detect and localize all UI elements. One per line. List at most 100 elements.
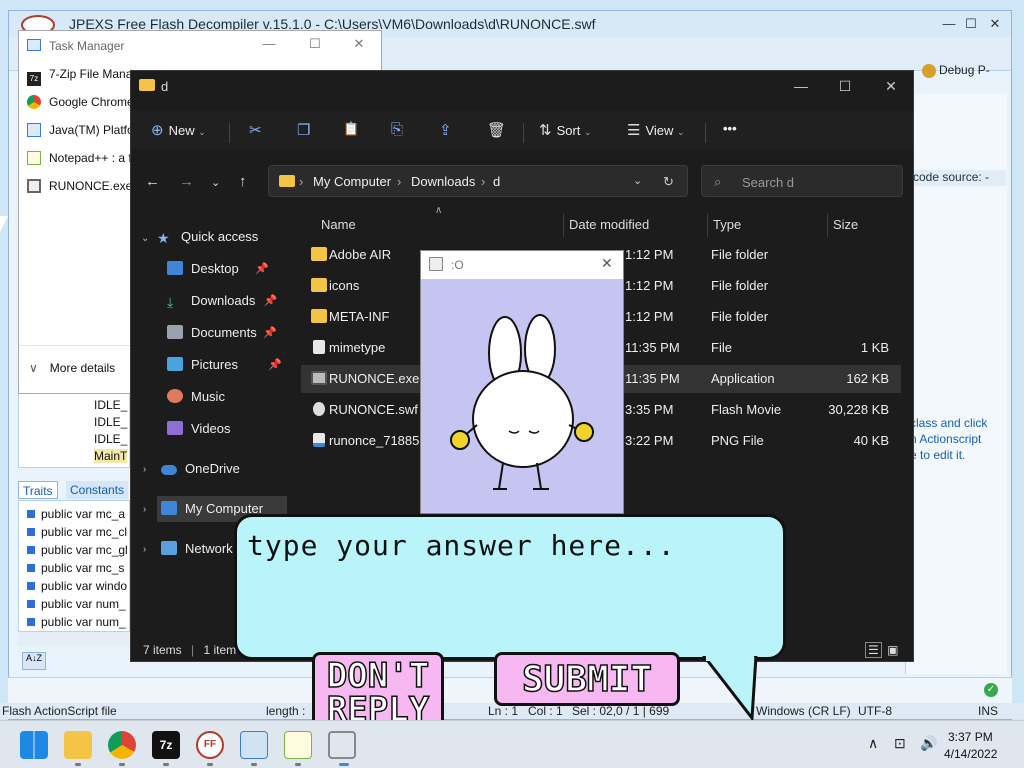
chevron-right-icon[interactable]: › — [143, 464, 146, 475]
explorer-maximize-button[interactable]: ☐ — [831, 75, 859, 97]
chevron-down-icon[interactable]: ⌄ — [141, 233, 149, 244]
recent-locations-button[interactable]: ⌄ — [211, 176, 220, 189]
chevron-down-icon: ⌄ — [211, 177, 221, 189]
column-separator[interactable] — [827, 213, 828, 237]
forward-button[interactable]: → — [179, 173, 194, 190]
nav-music[interactable]: Music — [167, 384, 225, 410]
address-bar[interactable]: › My Computer › Downloads › d ⌄ ↻ — [268, 165, 688, 197]
rename-button[interactable]: ⎘ — [391, 121, 408, 138]
up-button[interactable]: ↑ — [239, 173, 247, 190]
dont-reply-button[interactable]: DON'T REPLY — [312, 652, 444, 730]
trait-item[interactable]: public var mc_cl — [27, 525, 127, 539]
debug-button[interactable]: Debug P- — [922, 58, 1002, 82]
column-header-type[interactable]: Type — [713, 217, 741, 232]
clock-date[interactable]: 4/14/2022 — [944, 747, 997, 761]
nav-pictures[interactable]: Pictures 📌 — [167, 352, 282, 378]
file-date: 3:22 PM — [625, 433, 674, 448]
tab-constants[interactable]: Constants — [66, 481, 129, 499]
breadcrumb-my-computer[interactable]: My Computer — [313, 174, 391, 189]
tm-app-row[interactable]: Notepad++ : a free — [27, 151, 137, 171]
clock-time[interactable]: 3:37 PM — [948, 730, 993, 744]
sort-az-button[interactable]: A↓Z — [22, 652, 46, 670]
network-icon — [161, 541, 177, 555]
tm-maximize-button[interactable]: ☐ — [305, 35, 325, 53]
chevron-right-icon[interactable]: › — [143, 504, 146, 515]
paste-button[interactable]: 📋 — [343, 121, 359, 137]
trait-item[interactable]: public var mc_a — [27, 507, 125, 521]
chrome-taskbar-icon[interactable] — [108, 731, 136, 759]
tm-app-row[interactable]: 7z 7-Zip File Manager — [27, 67, 137, 87]
tree-item[interactable]: IDLE_ — [94, 415, 127, 429]
nav-videos[interactable]: Videos — [167, 416, 231, 442]
nav-quick-access[interactable]: ★ Quick access — [157, 224, 258, 250]
trait-item[interactable]: public var num_ — [27, 597, 126, 611]
trait-item[interactable]: public var mc_gl — [27, 543, 128, 557]
delete-button[interactable]: 🗑 — [487, 121, 511, 139]
task-manager-taskbar-icon[interactable] — [240, 731, 268, 759]
explorer-close-button[interactable]: ✕ — [877, 75, 905, 97]
chevron-down-icon: ⌄ — [584, 127, 592, 137]
tm-app-row[interactable]: Java(TM) Platform — [27, 123, 137, 143]
7zip-taskbar-icon[interactable]: 7z — [152, 731, 180, 759]
copy-button[interactable]: ❐ — [297, 121, 315, 139]
column-header-name[interactable]: Name — [321, 217, 356, 232]
notepad-taskbar-icon[interactable] — [284, 731, 312, 759]
back-button[interactable]: ← — [145, 173, 160, 190]
breadcrumb-downloads[interactable]: Downloads — [411, 174, 475, 189]
more-details-label: More details — [49, 361, 116, 375]
explorer-minimize-button[interactable]: — — [787, 75, 815, 97]
jpexs-close-button[interactable]: ✕ — [985, 15, 1005, 33]
traits-scrollbar[interactable] — [18, 632, 130, 646]
answer-input[interactable] — [245, 527, 777, 649]
more-details-button[interactable]: ∨ More details — [29, 361, 115, 375]
tree-item[interactable]: IDLE_ — [94, 432, 127, 446]
tm-minimize-button[interactable]: — — [259, 35, 279, 53]
tm-close-button[interactable]: ✕ — [349, 35, 369, 53]
nav-network[interactable]: Network — [161, 536, 233, 562]
cut-button[interactable]: ✂ — [249, 121, 267, 139]
chevron-up-icon[interactable]: ∧ — [868, 735, 878, 752]
chevron-right-icon[interactable]: › — [143, 544, 146, 555]
image-file-icon — [313, 433, 325, 447]
jpexs-taskbar-icon[interactable]: FF — [196, 731, 224, 759]
more-options-button[interactable]: ••• — [723, 121, 737, 136]
nav-documents[interactable]: Documents 📌 — [167, 320, 277, 346]
breadcrumb-d[interactable]: d — [493, 174, 500, 189]
view-button[interactable]: ☰ View ⌄ — [627, 121, 685, 139]
address-dropdown-icon[interactable]: ⌄ — [633, 174, 642, 187]
tree-item[interactable]: IDLE_ — [94, 398, 127, 412]
volume-icon[interactable]: 🔊 — [920, 735, 937, 752]
runonce-taskbar-icon[interactable] — [328, 731, 356, 759]
network-icon[interactable]: ⊡ — [894, 735, 906, 752]
tree-item-selected[interactable]: MainT — [94, 449, 128, 463]
search-input[interactable] — [740, 172, 890, 192]
details-view-icon[interactable]: ☰ — [865, 642, 882, 658]
windows-start-icon[interactable] — [20, 731, 48, 759]
column-separator[interactable] — [563, 213, 564, 237]
trait-item[interactable]: public var mc_s — [27, 561, 124, 575]
nav-desktop[interactable]: Desktop 📌 — [167, 256, 269, 282]
application-icon — [311, 371, 327, 385]
cloud-icon — [161, 465, 177, 475]
column-header-date[interactable]: Date modified — [569, 217, 649, 232]
trait-item[interactable]: public var windo — [27, 579, 127, 593]
refresh-icon[interactable]: ↻ — [663, 174, 674, 190]
new-button[interactable]: ⊕ New ⌄ — [151, 121, 206, 139]
nav-downloads[interactable]: ⤓ Downloads 📌 — [167, 288, 277, 314]
tab-traits[interactable]: Traits — [18, 481, 58, 499]
chrome-icon — [27, 95, 41, 109]
column-header-size[interactable]: Size — [833, 217, 858, 232]
tm-app-row[interactable]: RUNONCE.exe — [27, 179, 137, 199]
jpexs-minimize-button[interactable]: — — [939, 15, 959, 33]
tm-app-row[interactable]: Google Chrome — [27, 95, 137, 115]
column-separator[interactable] — [707, 213, 708, 237]
sort-button[interactable]: ⇅ Sort ⌄ — [539, 121, 592, 139]
share-button[interactable]: ⇪ — [439, 121, 457, 139]
jpexs-maximize-button[interactable]: ☐ — [961, 15, 981, 33]
submit-button[interactable]: SUBMIT — [494, 652, 680, 706]
tiles-view-icon[interactable]: ▣ — [885, 643, 900, 657]
trait-item[interactable]: public var num_ — [27, 615, 126, 629]
file-explorer-taskbar-icon[interactable] — [64, 731, 92, 759]
nav-onedrive[interactable]: OneDrive — [161, 456, 240, 482]
bunny-window-close-button[interactable]: ✕ — [601, 255, 613, 272]
